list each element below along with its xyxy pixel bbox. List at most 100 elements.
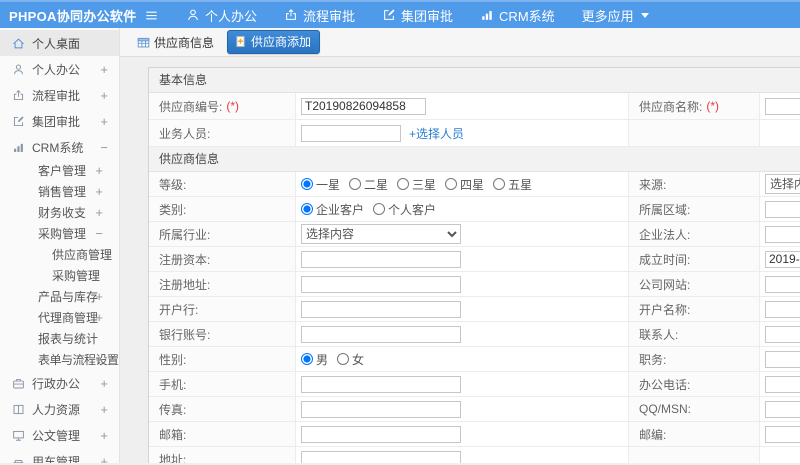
- founding-date-input[interactable]: [765, 250, 800, 268]
- choose-staff-link[interactable]: +选择人员: [409, 125, 464, 142]
- sidebar-item-label: 客户管理: [38, 164, 87, 178]
- expander-icon[interactable]: +: [100, 403, 108, 416]
- sidebar-item-crm-system[interactable]: CRM系统 −: [0, 134, 119, 160]
- supplier-name-input[interactable]: [765, 97, 800, 115]
- sidebar-item-admin-office[interactable]: 行政办公 +: [0, 370, 119, 396]
- field-label-cell: 办公电话:: [629, 372, 760, 396]
- gender-radio-0[interactable]: [301, 353, 313, 365]
- field-label: 所属区域:: [639, 202, 691, 217]
- sidebar-item-customer-mgmt[interactable]: 客户管理 +: [0, 160, 119, 181]
- content-area: 供应商信息供应商添加 基本信息供应商编号:(*)供应商名称:(*)业务人员:+选…: [120, 28, 800, 463]
- radio-option[interactable]: 个人客户: [373, 201, 436, 218]
- radio-option[interactable]: 三星: [397, 176, 436, 193]
- field-label: 性别:: [159, 352, 187, 367]
- radio-option[interactable]: 女: [337, 351, 364, 368]
- nav-crm-system[interactable]: CRM系统: [480, 6, 555, 25]
- radio-option[interactable]: 二星: [349, 176, 388, 193]
- sidebar-item-hr[interactable]: 人力资源 +: [0, 396, 119, 422]
- expander-icon[interactable]: +: [100, 455, 108, 464]
- field-label: 公司网站:: [639, 277, 691, 292]
- nav-workflow-approval[interactable]: 流程审批: [284, 6, 355, 25]
- field-cell: [296, 272, 629, 296]
- sidebar-item-reports[interactable]: 报表与统计: [0, 328, 119, 349]
- sidebar-item-purchasing[interactable]: 采购管理: [0, 265, 119, 286]
- zipcode-input[interactable]: [765, 425, 800, 443]
- nav-personal-office[interactable]: 个人办公: [186, 6, 257, 25]
- sidebar-item-purchase-mgmt[interactable]: 采购管理 −: [0, 223, 119, 244]
- expander-icon[interactable]: +: [95, 164, 103, 177]
- registered-capital-input[interactable]: [301, 250, 461, 268]
- sidebar-item-agent-mgmt[interactable]: 代理商管理 +: [0, 307, 119, 328]
- industry-select[interactable]: 选择内容: [301, 224, 461, 244]
- nav-group-approval[interactable]: 集团审批: [382, 6, 453, 25]
- sidebar-item-label: 采购管理: [38, 227, 87, 241]
- gender-radio-1[interactable]: [337, 353, 350, 365]
- address-input[interactable]: [301, 450, 461, 463]
- sidebar-item-personal-desktop[interactable]: 个人桌面: [0, 30, 119, 56]
- office-phone-input[interactable]: [765, 375, 800, 393]
- expander-icon[interactable]: +: [100, 115, 108, 128]
- qq-msn-input[interactable]: [765, 400, 800, 418]
- expander-icon[interactable]: −: [95, 227, 103, 240]
- expander-icon[interactable]: +: [100, 429, 108, 442]
- expander-icon[interactable]: +: [95, 353, 103, 366]
- sidebar-item-workflow-approval[interactable]: 流程审批 +: [0, 82, 119, 108]
- grade-radio-1[interactable]: [349, 178, 362, 190]
- email-input[interactable]: [301, 425, 461, 443]
- add-doc-icon: [236, 35, 245, 48]
- sidebar-item-product-stock[interactable]: 产品与库存 +: [0, 286, 119, 307]
- expander-icon[interactable]: +: [95, 311, 103, 324]
- radio-option[interactable]: 男: [301, 351, 328, 368]
- legal-person-input[interactable]: [765, 225, 800, 243]
- category-radio-0[interactable]: [301, 203, 313, 215]
- nav-more-apps[interactable]: 更多应用: [582, 6, 649, 25]
- expander-icon[interactable]: −: [100, 141, 108, 154]
- expander-icon[interactable]: +: [100, 377, 108, 390]
- supplier-code-input[interactable]: [301, 97, 426, 115]
- sidebar-item-personal-office[interactable]: 个人办公 +: [0, 56, 119, 82]
- tab-supplier-add[interactable]: 供应商添加: [227, 30, 321, 54]
- position-input[interactable]: [765, 350, 800, 368]
- mobile-input[interactable]: [301, 375, 461, 393]
- expander-icon[interactable]: +: [95, 206, 103, 219]
- fax-input[interactable]: [301, 400, 461, 418]
- sidebar-item-finance[interactable]: 财务收支 +: [0, 202, 119, 223]
- category-radio-1[interactable]: [373, 203, 386, 215]
- sidebar-item-form-flow-settings[interactable]: 表单与流程设置 +: [0, 349, 119, 370]
- tab-supplier-info[interactable]: 供应商信息: [133, 31, 218, 54]
- field-label: 等级:: [159, 177, 187, 192]
- field-label-cell: QQ/MSN:: [629, 397, 760, 421]
- field-label: 来源:: [639, 177, 667, 192]
- sidebar-item-sales-mgmt[interactable]: 销售管理 +: [0, 181, 119, 202]
- grade-radio-2[interactable]: [397, 178, 410, 190]
- expander-icon[interactable]: +: [95, 290, 103, 303]
- staff-input[interactable]: [301, 124, 401, 142]
- account-name-input[interactable]: [765, 300, 800, 318]
- tab-supplier-info-label: 供应商信息: [154, 35, 215, 50]
- grade-radio-0[interactable]: [301, 178, 313, 190]
- registered-address-input[interactable]: [301, 275, 461, 293]
- source-select[interactable]: 选择内容: [765, 174, 800, 194]
- grade-radio-3[interactable]: [445, 178, 458, 190]
- region-input[interactable]: [765, 200, 800, 218]
- contact-input[interactable]: [765, 325, 800, 343]
- bank-input[interactable]: [301, 300, 461, 318]
- radio-option[interactable]: 五星: [493, 176, 532, 193]
- company-website-input[interactable]: [765, 275, 800, 293]
- radio-option[interactable]: 四星: [445, 176, 484, 193]
- expander-icon[interactable]: +: [100, 89, 108, 102]
- bank-account-input[interactable]: [301, 325, 461, 343]
- sidebar-item-vehicle-mgmt[interactable]: 用车管理 +: [0, 448, 119, 463]
- sidebar-item-group-approval[interactable]: 集团审批 +: [0, 108, 119, 134]
- radio-option[interactable]: 一星: [301, 176, 340, 193]
- field-cell: [760, 197, 800, 221]
- menu-toggle-icon[interactable]: [138, 2, 164, 28]
- grade-radios: 一星 二星 三星 四星 五星: [301, 176, 532, 193]
- radio-option[interactable]: 企业客户: [301, 201, 364, 218]
- expander-icon[interactable]: +: [95, 185, 103, 198]
- sidebar-item-document-mgmt[interactable]: 公文管理 +: [0, 422, 119, 448]
- sidebar-item-supplier-mgmt[interactable]: 供应商管理: [0, 244, 119, 265]
- expander-icon[interactable]: +: [100, 63, 108, 76]
- grade-radio-4[interactable]: [493, 178, 506, 190]
- field-label: 供应商名称:: [639, 99, 703, 114]
